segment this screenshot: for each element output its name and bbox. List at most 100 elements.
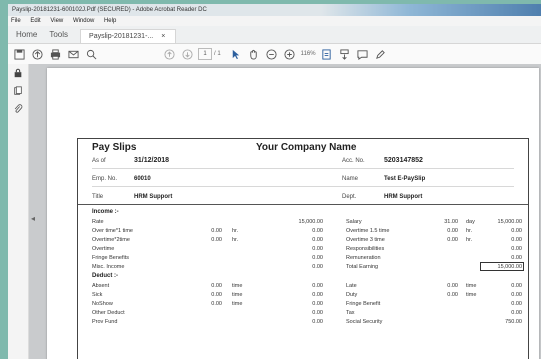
tab-document[interactable]: Payslip-20181231-... × — [80, 29, 177, 43]
tab-home[interactable]: Home — [12, 30, 45, 43]
window-title: Payslip-20181231-600102J.Pdf (SECURED) -… — [12, 7, 207, 13]
fit-page-icon[interactable] — [318, 46, 336, 62]
collapse-panel-icon[interactable]: ◂ — [31, 214, 41, 223]
attachment-icon[interactable] — [8, 100, 28, 118]
cell-right-label: Social Security — [346, 319, 383, 325]
cell-right-amount: 750.00 — [505, 319, 522, 325]
document-viewer[interactable]: ◂ Pay Slips Your Company Name As of 31/1… — [29, 64, 541, 359]
menu-edit[interactable]: Edit — [30, 18, 40, 24]
title-label: Title — [92, 194, 104, 200]
cell-label: Other Deduct — [92, 310, 125, 316]
table-row: Prov Fund 0.00 Social Security 750.00 — [78, 319, 528, 327]
page-total: / 1 — [214, 51, 221, 57]
cell-right-qty: 31.00 — [444, 219, 458, 225]
cell-amount: 0.00 — [312, 283, 323, 289]
cell-amount: 0.00 — [312, 301, 323, 307]
lock-icon[interactable] — [8, 64, 28, 82]
cell-right-label: Fringe Benefit — [346, 301, 381, 307]
cell-right-unit: time — [466, 283, 477, 289]
cell-amount: 15,000.00 — [298, 219, 323, 225]
cell-right-amount: 15,000.00 — [497, 264, 522, 270]
page-number-input[interactable]: 1 — [198, 48, 212, 60]
cell-right-amount: 0.00 — [511, 246, 522, 252]
cell-amount: 0.00 — [312, 264, 323, 270]
cell-right-amount: 0.00 — [511, 255, 522, 261]
payslip-header: Pay Slips Your Company Name As of 31/12/… — [78, 139, 528, 209]
cell-unit: hr. — [232, 237, 239, 243]
payslip-title: Pay Slips — [92, 142, 137, 153]
header-bottom-rule — [78, 204, 528, 205]
upload-icon[interactable] — [28, 46, 46, 62]
left-sidebar — [8, 64, 29, 359]
menu-bar: File Edit View Window Help — [8, 16, 541, 26]
cell-label: Rate — [92, 219, 104, 225]
cell-qty: 0.00 — [211, 237, 222, 243]
cell-right-amount: 0.00 — [511, 228, 522, 234]
table-row: NoShow 0.00 time 0.00 Fringe Benefit 0.00 — [78, 301, 528, 309]
pen-icon[interactable] — [372, 46, 390, 62]
email-icon[interactable] — [64, 46, 82, 62]
tab-close-icon[interactable]: × — [161, 33, 165, 40]
table-row: Overtime 0.00 Responsibilities 0.00 — [78, 246, 528, 254]
cell-amount: 0.00 — [312, 255, 323, 261]
cell-right-label: Total Earning — [346, 264, 379, 270]
select-arrow-icon[interactable] — [227, 46, 245, 62]
cell-label: Prov Fund — [92, 319, 118, 325]
payslip: Pay Slips Your Company Name As of 31/12/… — [77, 138, 529, 359]
titlebar-gradient — [321, 4, 541, 16]
acc-no-label: Acc. No. — [342, 158, 365, 164]
hand-icon[interactable] — [245, 46, 263, 62]
menu-window[interactable]: Window — [73, 18, 94, 24]
cell-amount: 0.00 — [312, 246, 323, 252]
tab-bar: Home Tools Payslip-20181231-... × — [8, 26, 541, 44]
cell-right-amount: 0.00 — [511, 283, 522, 289]
cell-right-unit: day — [466, 219, 475, 225]
cell-right-label: Responsibilities — [346, 246, 385, 252]
dept-value: HRM Support — [384, 194, 423, 200]
cell-right-amount: 0.00 — [511, 301, 522, 307]
cell-qty: 0.00 — [211, 283, 222, 289]
zoom-out-icon[interactable] — [263, 46, 281, 62]
emp-no-value: 60010 — [134, 176, 151, 182]
search-icon[interactable] — [82, 46, 100, 62]
pages-icon[interactable] — [8, 82, 28, 100]
comment-icon[interactable] — [354, 46, 372, 62]
cell-right-label: Tax — [346, 310, 355, 316]
cell-unit: time — [232, 301, 243, 307]
as-of-value: 31/12/2018 — [134, 157, 170, 164]
save-icon[interactable] — [10, 46, 28, 62]
scroll-mode-icon[interactable] — [336, 46, 354, 62]
cell-right-label: Overtime 3 time — [346, 237, 385, 243]
cell-qty: 0.00 — [211, 301, 222, 307]
tab-tools[interactable]: Tools — [45, 30, 76, 43]
deduct-header: Deduct :- — [92, 273, 118, 279]
table-row: Over time*1 time 0.00 hr. 0.00 Overtime 1.5 … — [78, 228, 528, 236]
as-of-label: As of — [92, 158, 106, 164]
cell-amount: 0.00 — [312, 292, 323, 298]
cell-right-unit: hr. — [466, 228, 473, 234]
cell-right-label: Late — [346, 283, 357, 289]
cell-right-unit: time — [466, 292, 477, 298]
pdf-page: Pay Slips Your Company Name As of 31/12/… — [47, 68, 539, 359]
zoom-level[interactable]: 116% — [301, 51, 316, 57]
menu-file[interactable]: File — [11, 18, 21, 24]
print-icon[interactable] — [46, 46, 64, 62]
page-up-icon[interactable] — [160, 46, 178, 62]
cell-unit: time — [232, 292, 243, 298]
cell-right-amount: 0.00 — [511, 310, 522, 316]
company-name: Your Company Name — [256, 142, 357, 153]
cell-amount: 0.00 — [312, 228, 323, 234]
menu-view[interactable]: View — [50, 18, 63, 24]
cell-right-amount: 15,000.00 — [497, 219, 522, 225]
cell-right-qty: 0.00 — [447, 283, 458, 289]
menu-help[interactable]: Help — [104, 18, 116, 24]
table-row: Absent 0.00 time 0.00 Late 0.00 time 0.00 — [78, 283, 528, 291]
cell-unit: time — [232, 283, 243, 289]
page-down-icon[interactable] — [178, 46, 196, 62]
zoom-in-icon[interactable] — [281, 46, 299, 62]
cell-right-qty: 0.00 — [447, 292, 458, 298]
tab-document-label: Payslip-20181231-... — [89, 33, 154, 40]
cell-qty: 0.00 — [211, 228, 222, 234]
cell-right-label: Salary — [346, 219, 362, 225]
cell-label: Overtime*2time — [92, 237, 130, 243]
